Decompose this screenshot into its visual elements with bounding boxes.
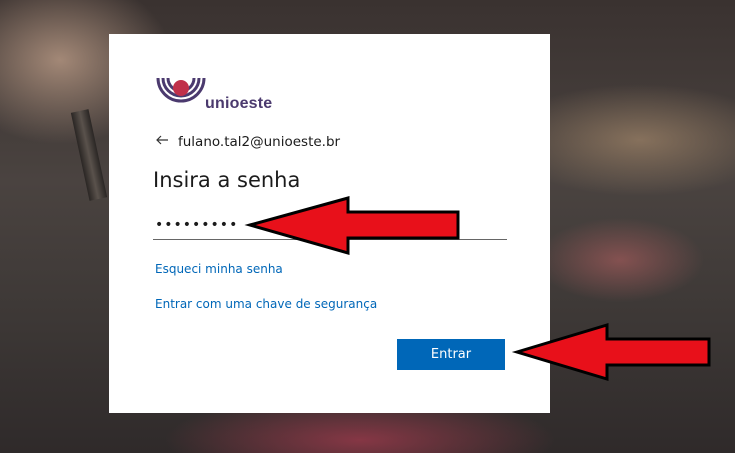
signin-button[interactable]: Entrar: [397, 339, 505, 370]
red-arrow-icon: [244, 196, 460, 255]
security-key-link[interactable]: Entrar com uma chave de segurança: [155, 297, 377, 311]
back-arrow-icon[interactable]: [155, 133, 169, 147]
unioeste-logo-icon: [156, 77, 206, 103]
forgot-password-link[interactable]: Esqueci minha senha: [155, 262, 283, 276]
page-title: Insira a senha: [153, 168, 301, 192]
brand-name: unioeste: [205, 95, 273, 112]
account-identity[interactable]: fulano.tal2@unioeste.br: [178, 134, 340, 150]
red-arrow-icon: [511, 322, 711, 382]
